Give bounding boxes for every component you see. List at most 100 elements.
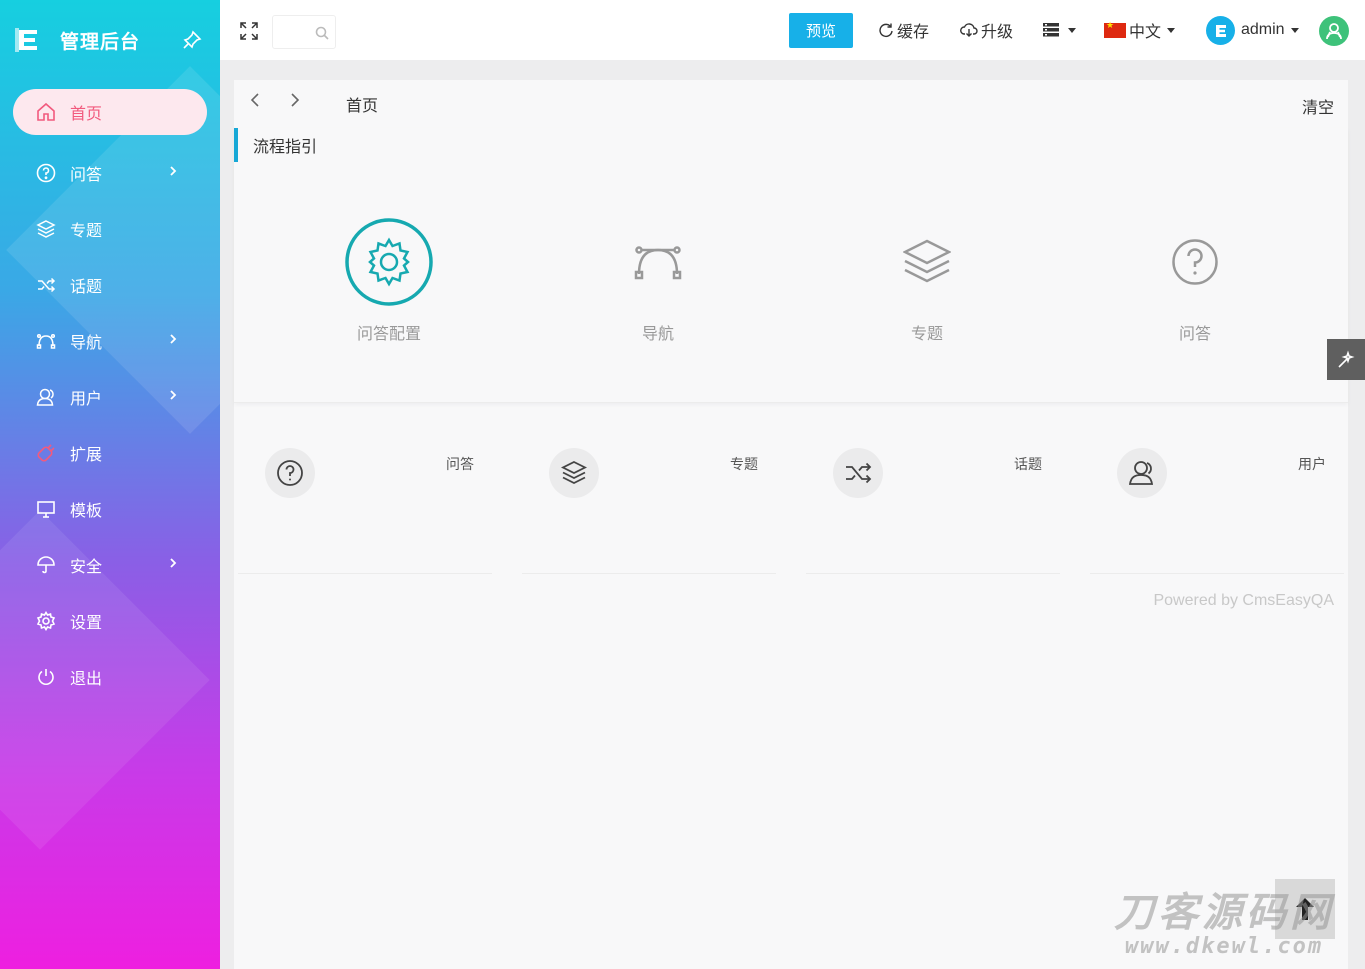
cloud-download-icon — [960, 23, 978, 37]
avatar[interactable] — [1319, 16, 1349, 46]
stat-card-user[interactable]: 用户 — [1090, 424, 1344, 574]
home-icon — [36, 102, 56, 122]
layers-icon — [36, 219, 56, 239]
guide-item-nav[interactable]: 导航 — [598, 218, 718, 344]
search-input[interactable] — [272, 15, 336, 49]
caret-down-icon — [1068, 27, 1076, 33]
caret-down-icon — [1167, 27, 1176, 33]
sidebar-item-label: 设置 — [70, 615, 103, 632]
menu-dropdown[interactable] — [1043, 19, 1076, 41]
theme-toggle-button[interactable] — [1327, 339, 1365, 380]
sidebar-item-label: 退出 — [70, 671, 103, 688]
sidebar-item-security[interactable]: 安全 — [0, 537, 220, 593]
search-icon — [315, 26, 329, 40]
sidebar-item-nav[interactable]: 导航 — [0, 313, 220, 369]
sidebar-item-user[interactable]: 用户 — [0, 369, 220, 425]
bezier-curve-icon — [36, 331, 56, 351]
sidebar-item-qa[interactable]: 问答 — [0, 145, 220, 201]
puzzle-icon — [36, 443, 56, 463]
brand-title: 管理后台 — [60, 31, 141, 53]
user-icon — [1117, 448, 1167, 498]
upgrade-button[interactable]: 升级 — [960, 19, 1013, 41]
guide-item-topic[interactable]: 专题 — [867, 218, 987, 344]
sidebar-menu: 首页 问答 专题 话题 导航 用户 扩展 模板 安全 设置 退出 — [0, 89, 220, 705]
language-label: 中文 — [1129, 24, 1162, 41]
question-circle-icon — [265, 448, 315, 498]
china-flag-icon — [1104, 20, 1126, 38]
watermark: 刀客源码网 www.dkewl.com — [1093, 892, 1355, 960]
sidebar-item-subject[interactable]: 话题 — [0, 257, 220, 313]
sidebar-item-template[interactable]: 模板 — [0, 481, 220, 537]
watermark-title: 刀客源码网 — [1114, 890, 1334, 936]
chevron-right-icon — [166, 332, 180, 346]
guide-title: 流程指引 — [234, 128, 317, 162]
sidebar-item-label: 用户 — [70, 391, 103, 408]
shuffle-icon — [833, 448, 883, 498]
clear-tabs-button[interactable]: 清空 — [1302, 94, 1334, 118]
tab-home[interactable]: 首页 — [346, 92, 378, 116]
main-content: 首页 清空 流程指引 问答配置 导航 专题 问答 问答 专题 话题 用户 Pow… — [234, 80, 1348, 969]
watermark-url: www.dkewl.com — [1124, 934, 1324, 959]
stat-label: 问答 — [446, 456, 474, 472]
logo-icon — [14, 25, 44, 55]
question-circle-icon — [36, 163, 56, 183]
brand: 管理后台 — [0, 0, 220, 80]
gear-icon — [345, 218, 433, 306]
shuffle-icon — [36, 275, 56, 295]
sidebar-item-label: 问答 — [70, 167, 103, 184]
stat-card-topic[interactable]: 专题 — [522, 424, 776, 574]
monitor-icon — [36, 499, 56, 519]
cache-label: 缓存 — [897, 24, 930, 41]
guide-item-qa[interactable]: 问答 — [1135, 218, 1255, 344]
guide-item-label: 问答 — [1178, 326, 1211, 343]
tab-bar: 首页 清空 — [234, 80, 1348, 122]
guide-item-qa-config[interactable]: 问答配置 — [329, 218, 449, 344]
gear-icon — [36, 611, 56, 631]
guide-card: 流程指引 问答配置 导航 专题 问答 — [234, 128, 1348, 403]
site-logo-icon — [1206, 16, 1235, 45]
sidebar-item-label: 专题 — [70, 223, 103, 240]
user-icon — [36, 387, 56, 407]
sidebar-item-topic[interactable]: 专题 — [0, 201, 220, 257]
top-header: 预览 缓存 升级 中文 admin — [220, 0, 1365, 60]
powered-by-text: Powered by CmsEasyQA — [1153, 592, 1334, 609]
language-dropdown[interactable]: 中文 — [1104, 19, 1176, 41]
stat-label: 用户 — [1298, 456, 1326, 472]
layers-icon — [549, 448, 599, 498]
upgrade-label: 升级 — [981, 24, 1014, 41]
pin-icon[interactable] — [182, 30, 202, 50]
sidebar-item-label: 导航 — [70, 335, 103, 352]
sidebar-item-label: 扩展 — [70, 447, 103, 464]
stat-label: 话题 — [1014, 456, 1042, 472]
magic-wand-icon — [1338, 349, 1355, 368]
stat-card-subject[interactable]: 话题 — [806, 424, 1060, 574]
chevron-left-icon[interactable] — [246, 90, 266, 110]
guide-item-label: 导航 — [641, 326, 674, 343]
sidebar-item-home[interactable]: 首页 — [13, 89, 207, 135]
fullscreen-icon[interactable] — [240, 22, 258, 40]
server-list-icon — [1043, 23, 1059, 37]
stat-card-qa[interactable]: 问答 — [238, 424, 492, 574]
refresh-icon — [879, 23, 893, 37]
sidebar-item-logout[interactable]: 退出 — [0, 649, 220, 705]
layers-icon — [883, 218, 971, 306]
sidebar: 管理后台 首页 问答 专题 话题 导航 用户 扩展 模板 安全 设置 退出 — [0, 0, 220, 969]
username: admin — [1241, 21, 1285, 38]
sidebar-item-extend[interactable]: 扩展 — [0, 425, 220, 481]
guide-item-label: 专题 — [910, 326, 943, 343]
bezier-curve-icon — [614, 218, 702, 306]
user-menu[interactable]: admin — [1241, 19, 1299, 41]
cache-button[interactable]: 缓存 — [878, 19, 929, 41]
sidebar-item-settings[interactable]: 设置 — [0, 593, 220, 649]
chevron-right-icon — [166, 556, 180, 570]
stat-row: 问答 专题 话题 用户 — [238, 424, 1348, 574]
preview-button[interactable]: 预览 — [789, 13, 853, 48]
sidebar-item-label: 话题 — [70, 279, 103, 296]
sidebar-item-label: 安全 — [70, 559, 103, 576]
stat-label: 专题 — [730, 456, 758, 472]
sidebar-item-label: 首页 — [70, 106, 103, 123]
power-icon — [36, 667, 56, 687]
chevron-right-icon[interactable] — [284, 90, 304, 110]
chevron-right-icon — [166, 388, 180, 402]
sidebar-item-label: 模板 — [70, 503, 103, 520]
